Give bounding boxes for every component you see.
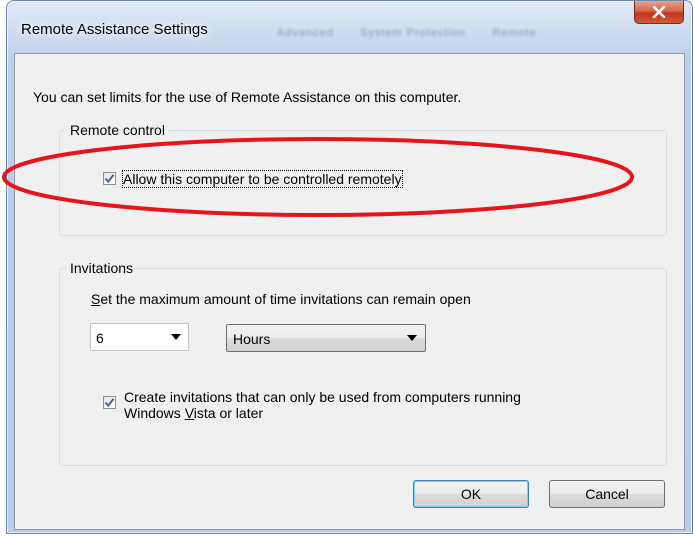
dialog-window: Remote Assistance Settings Advanced Syst… [6,0,693,534]
chevron-down-icon [407,335,417,341]
invitations-legend: Invitations [67,260,137,276]
vista-only-label-line1: Create invitations that can only be used… [124,389,521,405]
time-unit-value: Hours [233,331,271,347]
time-unit-select[interactable]: Hours [226,324,426,352]
checkmark-icon [104,398,115,408]
allow-remote-control-checkbox[interactable] [103,172,116,185]
max-time-label: Set the maximum amount of time invitatio… [91,291,471,307]
max-time-label-text: et the maximum amount of time invitation… [100,291,471,307]
chevron-down-icon [171,334,181,340]
background-tabs: Advanced System Protection Remote [277,27,559,39]
allow-remote-control-label[interactable]: Allow this computer to be controlled rem… [122,170,403,188]
ok-button[interactable]: OK [413,480,529,508]
vista-only-label[interactable]: Create invitations that can only be used… [124,389,521,421]
close-icon [652,6,666,18]
title-bar[interactable]: Remote Assistance Settings Advanced Syst… [7,1,692,53]
cancel-button[interactable]: Cancel [549,480,665,508]
time-amount-select[interactable]: 6 [90,323,189,351]
time-amount-value: 6 [96,330,104,346]
ghost-tab: Remote [492,27,537,39]
vista-only-label-line2: Windows Vista or later [124,405,521,421]
window-title: Remote Assistance Settings [21,21,208,38]
ghost-tab: System Protection [360,27,467,39]
close-button[interactable] [634,1,684,24]
vista-label-accelerator: V [184,405,194,421]
checkmark-icon [104,174,115,184]
vista-only-checkbox[interactable] [103,396,116,409]
vista-label-pre: Windows [124,405,185,421]
dialog-body: You can set limits for the use of Remote… [14,53,685,530]
ghost-tab: Advanced [277,27,334,39]
vista-label-post: ista or later [193,405,264,421]
max-time-accelerator: S [91,291,101,307]
remote-control-legend: Remote control [67,122,168,138]
intro-text: You can set limits for the use of Remote… [33,89,462,105]
